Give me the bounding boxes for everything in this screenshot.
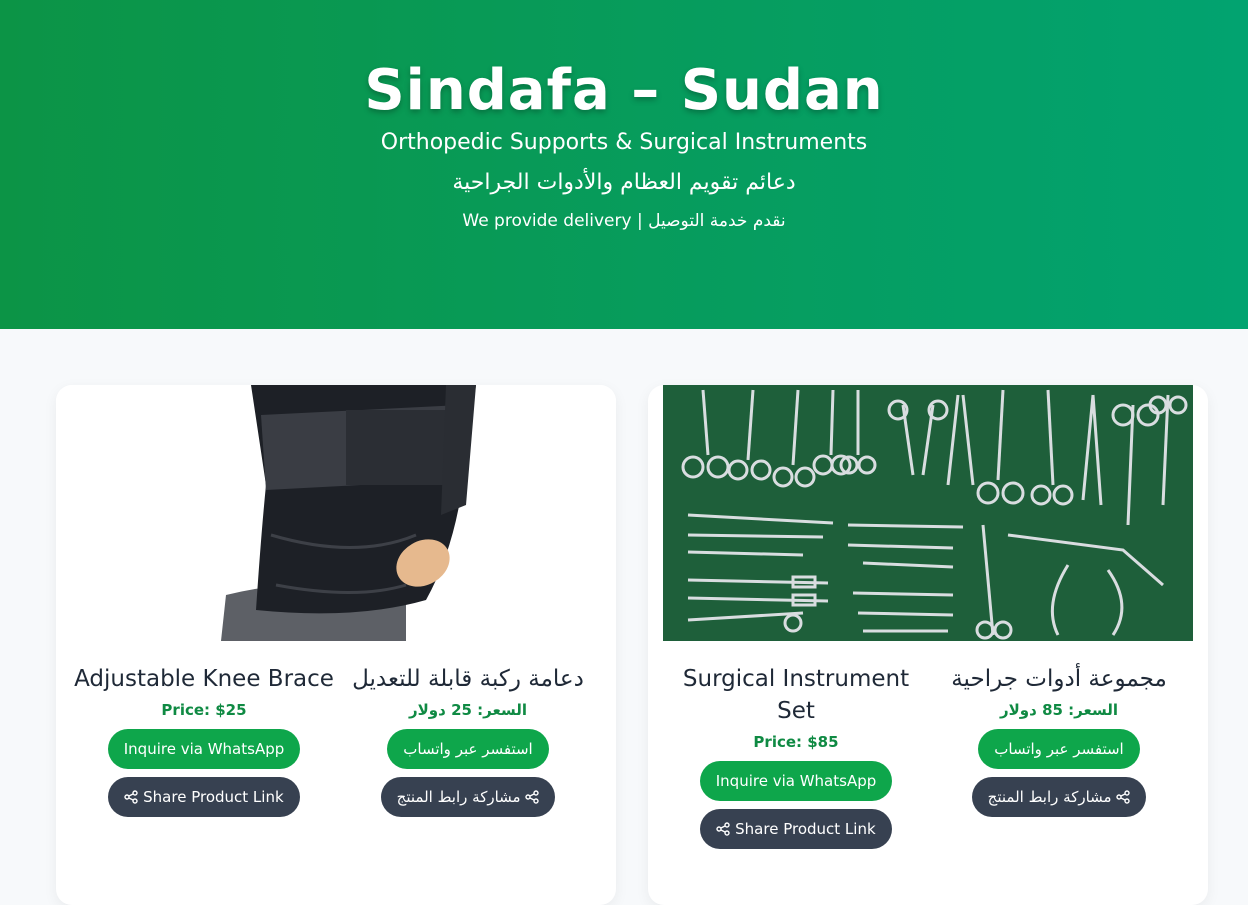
inquire-whatsapp-button-en[interactable]: Inquire via WhatsApp [699, 761, 893, 801]
site-title: Sindafa – Sudan [364, 58, 884, 123]
product-name-en: Surgical Instrument Set [682, 666, 910, 724]
product-name-ar: مجموعة أدوات جراحية [951, 666, 1167, 692]
share-link-label-ar: مشاركة رابط المنتج [396, 788, 521, 806]
share-icon [124, 790, 139, 804]
share-link-label-en: Share Product Link [143, 788, 284, 806]
share-link-button-ar[interactable]: مشاركة رابط المنتج [971, 777, 1147, 817]
product-card-surgical-set: Surgical Instrument Set Price: $85 Inqui… [648, 385, 1208, 905]
product-price-en: Price: $85 [753, 733, 839, 751]
product-ar-column: دعامة ركبة قابلة للتعديل السعر: 25 دولار… [338, 663, 598, 817]
product-en-column: Surgical Instrument Set Price: $85 Inqui… [676, 663, 916, 849]
share-link-button-ar[interactable]: مشاركة رابط المنتج [380, 777, 556, 817]
product-price-en: Price: $25 [161, 701, 247, 719]
share-link-label-en: Share Product Link [735, 820, 876, 838]
hero-header: Sindafa – Sudan Orthopedic Supports & Su… [0, 0, 1248, 329]
share-icon [716, 822, 731, 836]
product-name-ar: دعامة ركبة قابلة للتعديل [352, 666, 584, 692]
product-image-knee-brace [56, 385, 616, 641]
share-icon [1116, 790, 1131, 804]
site-subtitle-ar: دعائم تقويم العظام والأدوات الجراحية [452, 170, 796, 195]
share-icon [525, 790, 540, 804]
delivery-notice: We provide delivery | نقدم خدمة التوصيل [462, 211, 786, 231]
product-en-column: Adjustable Knee Brace Price: $25 Inquire… [74, 663, 334, 817]
product-ar-column: مجموعة أدوات جراحية السعر: 85 دولار استف… [934, 663, 1184, 817]
inquire-whatsapp-button-ar[interactable]: استفسر عبر واتساب [387, 729, 549, 769]
product-card-knee-brace: Adjustable Knee Brace Price: $25 Inquire… [56, 385, 616, 905]
inquire-whatsapp-button-en[interactable]: Inquire via WhatsApp [107, 729, 301, 769]
share-link-button-en[interactable]: Share Product Link [700, 809, 892, 849]
product-price-ar: السعر: 85 دولار [1000, 701, 1118, 719]
product-price-ar: السعر: 25 دولار [409, 701, 527, 719]
inquire-whatsapp-button-ar[interactable]: استفسر عبر واتساب [978, 729, 1140, 769]
product-name-en: Adjustable Knee Brace [74, 666, 334, 692]
product-image-surgical-set [663, 385, 1193, 641]
share-link-button-en[interactable]: Share Product Link [108, 777, 300, 817]
share-link-label-ar: مشاركة رابط المنتج [987, 788, 1112, 806]
site-subtitle-en: Orthopedic Supports & Surgical Instrumen… [380, 130, 868, 155]
